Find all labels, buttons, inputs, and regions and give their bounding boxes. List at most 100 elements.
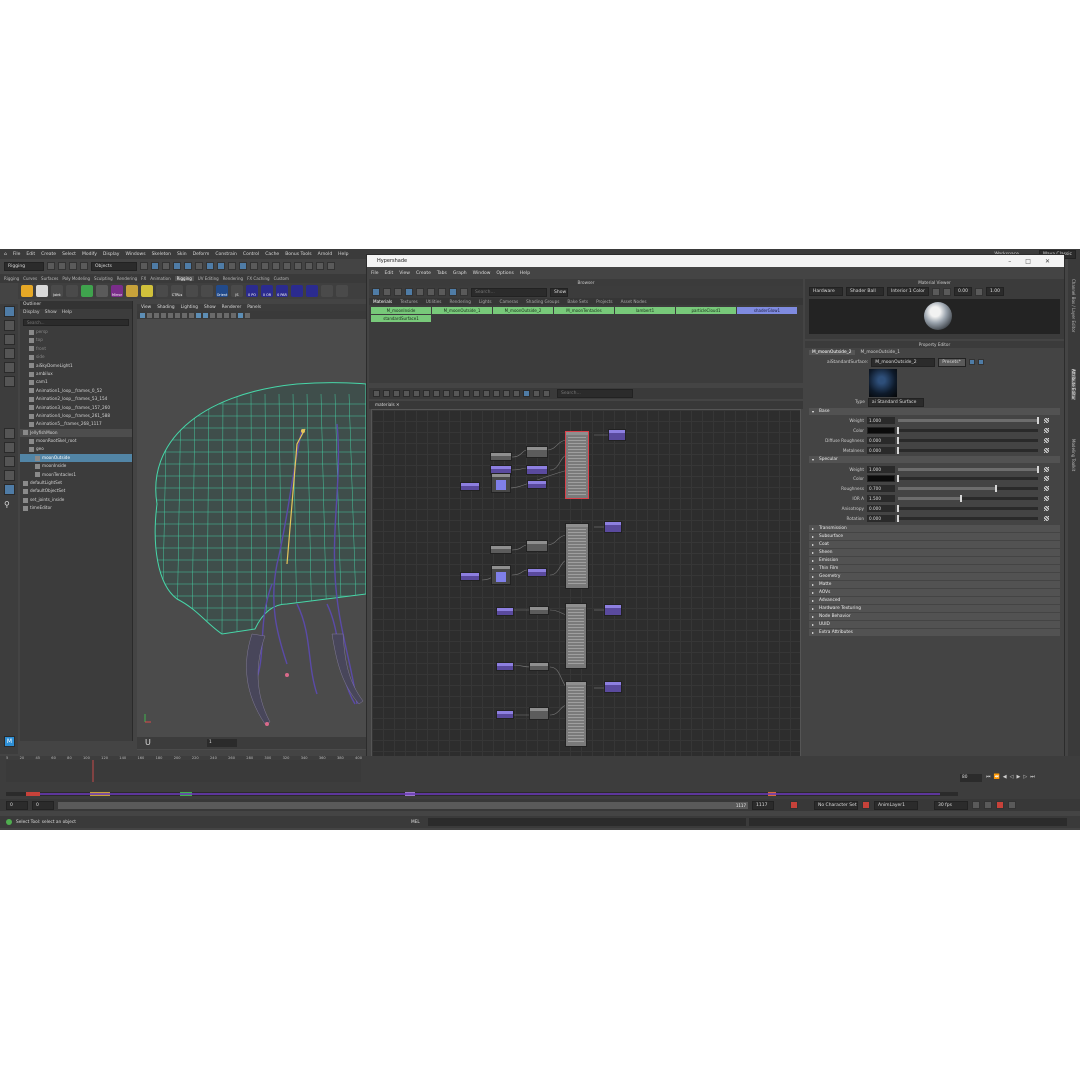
- file-texture-node[interactable]: [496, 710, 514, 719]
- browser-tab[interactable]: Lights: [479, 298, 492, 305]
- menu-item[interactable]: Edit: [26, 252, 35, 257]
- map-button-icon[interactable]: [1044, 486, 1049, 492]
- four-view-icon[interactable]: [4, 442, 15, 453]
- texture-icon[interactable]: [210, 312, 215, 318]
- map-button-icon[interactable]: [1044, 437, 1049, 443]
- section-collapsed[interactable]: Advanced: [809, 596, 1060, 604]
- persp-graph-icon[interactable]: [4, 470, 15, 481]
- hs-menu-item[interactable]: View: [399, 269, 410, 278]
- graph-input-icon[interactable]: [383, 390, 390, 397]
- section-collapsed[interactable]: Subsurface: [809, 532, 1060, 540]
- range-end-field[interactable]: 1117: [752, 800, 774, 810]
- side-tab-channel-box[interactable]: Channel Box / Layer Editor: [1071, 279, 1076, 332]
- single-view-icon[interactable]: [4, 428, 15, 439]
- shelf-button[interactable]: [141, 285, 153, 297]
- outliner-menu-item[interactable]: Help: [62, 309, 72, 317]
- shelf-button[interactable]: [306, 285, 318, 297]
- browser-tab[interactable]: Cameras: [500, 298, 519, 305]
- range-start-field[interactable]: 0: [6, 800, 28, 810]
- texture-swatch-node[interactable]: [491, 565, 511, 585]
- snap-point-icon[interactable]: [272, 262, 280, 270]
- browser-tab[interactable]: Rendering: [449, 298, 470, 305]
- select-surface-icon[interactable]: [206, 262, 214, 270]
- go-start-icon[interactable]: ⏮: [986, 774, 991, 780]
- outliner-item[interactable]: top: [20, 336, 132, 344]
- image-plane-icon[interactable]: [161, 312, 166, 318]
- hs-menu-item[interactable]: Help: [520, 269, 530, 278]
- focus-icon[interactable]: [969, 359, 976, 365]
- browser-tab[interactable]: Textures: [400, 298, 418, 305]
- graph-connected-icon[interactable]: [463, 390, 470, 397]
- current-frame-field[interactable]: 80: [960, 774, 982, 782]
- safe-action-icon[interactable]: [189, 312, 194, 318]
- aiImage-node[interactable]: [460, 572, 480, 581]
- grid-icon[interactable]: [168, 312, 173, 318]
- specular-weight-slider[interactable]: [898, 465, 1039, 473]
- mode-dropdown[interactable]: Rigging: [4, 261, 44, 271]
- outliner-item[interactable]: ambilux: [20, 370, 132, 378]
- map-button-icon[interactable]: [1044, 505, 1049, 511]
- gamma-field[interactable]: 1.00: [986, 287, 1004, 296]
- shelf-button[interactable]: [96, 285, 108, 297]
- camera-icon[interactable]: [140, 312, 145, 318]
- material-swatch[interactable]: M_moonInside: [371, 307, 431, 314]
- shelf-tab[interactable]: UV Editing: [198, 276, 219, 281]
- material-swatch[interactable]: standardSurface1: [371, 315, 431, 322]
- browser-tab[interactable]: Bake Sets: [567, 298, 588, 305]
- object-select-icon[interactable]: [151, 262, 159, 270]
- graph-clear-icon[interactable]: [373, 390, 380, 397]
- side-tab-modeling-toolkit[interactable]: Modeling Toolkit: [1071, 439, 1076, 471]
- node-name-field[interactable]: M_moonOutside_2: [871, 357, 936, 367]
- xray-icon[interactable]: [238, 312, 243, 318]
- menu-item[interactable]: Help: [338, 252, 348, 257]
- shelf-button[interactable]: [291, 285, 303, 297]
- shelf-tab[interactable]: Rendering: [117, 276, 137, 281]
- ior-field[interactable]: 1.500: [867, 494, 895, 502]
- browser-tab[interactable]: Projects: [596, 298, 613, 305]
- material-preview[interactable]: [809, 299, 1060, 334]
- remap-node[interactable]: [527, 568, 547, 577]
- outliner-item[interactable]: defaultLightSet: [20, 479, 132, 487]
- specular-weight-field[interactable]: 1.000: [867, 465, 895, 473]
- shading-group-node[interactable]: [608, 429, 626, 441]
- outliner-item[interactable]: Animation4_loop__frames_261_588: [20, 412, 132, 420]
- outliner-menu-item[interactable]: Display: [23, 309, 40, 317]
- shading-group-node[interactable]: [604, 604, 622, 616]
- specular-roughness-field[interactable]: 0.700: [867, 485, 895, 493]
- outliner-item[interactable]: geo: [20, 445, 132, 453]
- command-input[interactable]: [428, 818, 746, 826]
- diffuse-roughness-field[interactable]: 0.000: [867, 436, 895, 444]
- graph-tab-materials[interactable]: materials ✕: [369, 401, 803, 409]
- render-settings-icon[interactable]: [327, 262, 335, 270]
- shelf-button[interactable]: 0 PO: [246, 285, 258, 297]
- ipr-icon[interactable]: [316, 262, 324, 270]
- viewport-menu-item[interactable]: View: [141, 304, 151, 311]
- hs-menu-item[interactable]: Create: [416, 269, 431, 278]
- browser-search-input[interactable]: Search...: [471, 287, 547, 297]
- specular-color-slider[interactable]: [897, 475, 1038, 483]
- type-dropdown[interactable]: ai Standard Surface: [867, 397, 924, 407]
- base-color-swatch[interactable]: [867, 427, 895, 435]
- browser-tab[interactable]: Materials: [373, 298, 392, 305]
- list-view-icon[interactable]: [383, 288, 391, 296]
- search-icon[interactable]: ⚲: [4, 500, 15, 511]
- close-tab-icon[interactable]: ✕: [396, 402, 400, 407]
- preferences-icon[interactable]: [1008, 801, 1016, 809]
- character-set-dropdown[interactable]: No Character Set: [814, 800, 858, 810]
- shader-node-inside[interactable]: [565, 603, 587, 669]
- shelf-tab[interactable]: Sculpting: [94, 276, 113, 281]
- section-collapsed[interactable]: Emission: [809, 556, 1060, 564]
- range-start2-field[interactable]: 0: [32, 800, 54, 810]
- menu-item[interactable]: Select: [62, 252, 76, 257]
- material-swatch[interactable]: M_moonTentacles: [554, 307, 614, 314]
- node-graph[interactable]: [371, 409, 801, 771]
- shader-node-tentacles[interactable]: [565, 681, 587, 747]
- file-texture-node[interactable]: [496, 607, 514, 616]
- select-mode-dropdown[interactable]: Objects: [91, 261, 137, 271]
- play-back-icon[interactable]: ◁: [1010, 774, 1014, 780]
- menu-item[interactable]: Windows: [125, 252, 145, 257]
- close-icon[interactable]: ✕: [1045, 258, 1050, 265]
- home-icon[interactable]: ⌂: [4, 252, 7, 257]
- scale-tool-icon[interactable]: [4, 376, 15, 387]
- map-button-icon[interactable]: [1044, 428, 1049, 434]
